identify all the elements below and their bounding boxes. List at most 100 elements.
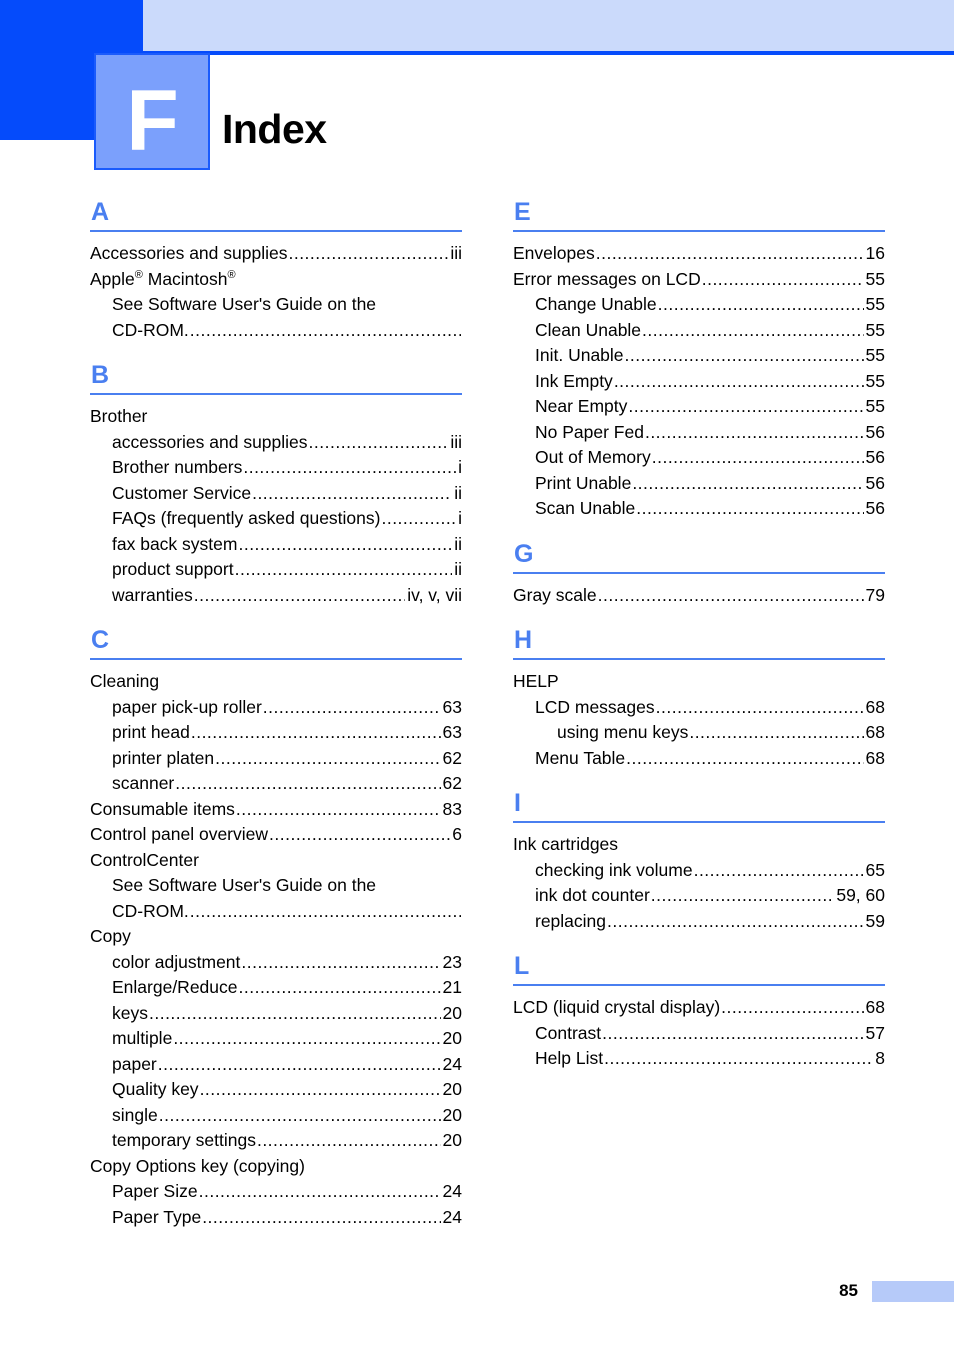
index-entry[interactable]: Near Empty 55 [513, 394, 885, 420]
index-entry[interactable]: Init. Unable 55 [513, 343, 885, 369]
index-section-l: L LCD (liquid crystal display) 68 Contrast 5… [513, 952, 885, 1086]
index-entry[interactable]: Menu Table 68 [513, 746, 885, 772]
index-entry[interactable]: Envelopes 16 [513, 241, 885, 267]
index-entry[interactable]: CD-ROM. [90, 899, 462, 925]
index-entry[interactable]: Brother [90, 404, 462, 430]
index-entry[interactable]: Contrast 57 [513, 1021, 885, 1047]
index-entry-label: CD-ROM. [112, 900, 189, 921]
index-entry-page: 68 [865, 997, 885, 1017]
index-entry[interactable]: printer platen 62 [90, 746, 462, 772]
index-entry-label: paper [112, 1053, 157, 1074]
index-entry[interactable]: See Software User's Guide on the [90, 873, 462, 899]
index-column-left: AAccessories and suppliesiiiApple® Macin… [90, 198, 462, 1248]
index-entry[interactable]: Copy [90, 924, 462, 950]
index-entry[interactable]: Clean Unable 55 [513, 318, 885, 344]
index-entry[interactable]: FAQs (frequently asked questions) i [90, 506, 462, 532]
index-entry[interactable]: Ink cartridges [513, 832, 885, 858]
dot-leader [632, 471, 863, 497]
index-entry[interactable]: HELP [513, 669, 885, 695]
index-entry[interactable]: See Software User's Guide on the [90, 292, 462, 318]
index-entry-page: 65 [865, 859, 885, 880]
index-entry[interactable]: Accessories and supplies iii [90, 241, 462, 267]
index-entry[interactable]: paper pick-up roller 63 [90, 695, 462, 721]
dot-leader [190, 318, 461, 344]
index-entry[interactable]: Paper Size 24 [90, 1179, 462, 1205]
index-entry-page: 68 [865, 696, 885, 717]
index-entry[interactable]: fax back system ii [90, 532, 462, 558]
dot-leader [604, 1046, 873, 1072]
index-entry-label: replacing [535, 910, 607, 931]
index-entry[interactable]: Copy Options key (copying) [90, 1154, 462, 1180]
header-banner-strip [143, 0, 954, 51]
index-entry[interactable]: single 20 [90, 1103, 462, 1129]
index-entry-page: i [458, 508, 462, 528]
index-entry[interactable]: print head 63 [90, 720, 462, 746]
index-entry[interactable]: Change Unable 55 [513, 292, 885, 318]
index-entry[interactable]: replacing 59 [513, 909, 885, 935]
index-entry[interactable]: accessories and supplies iii [90, 430, 462, 456]
index-entry-page: 55 [865, 370, 885, 391]
index-entry[interactable]: CD-ROM. [90, 318, 462, 344]
index-entry-page: 20 [442, 1079, 462, 1099]
index-entry-page: 79 [865, 584, 885, 605]
index-entry-page: 16 [865, 243, 885, 263]
index-entry[interactable]: Print Unable 56 [513, 471, 885, 497]
index-entry-page: 83 [442, 798, 462, 819]
index-entry[interactable]: Gray scale 79 [513, 583, 885, 609]
index-entry-page: 56 [865, 421, 885, 442]
index-entry[interactable]: Consumable items 83 [90, 797, 462, 823]
index-entry[interactable]: Control panel overview 6 [90, 822, 462, 848]
section-letter-heading: I [514, 789, 521, 817]
index-entry[interactable]: Scan Unable 56 [513, 496, 885, 522]
index-entry-label: Out of Memory [535, 447, 651, 467]
index-entry[interactable]: Error messages on LCD 55 [513, 267, 885, 293]
index-section-e: EEnvelopes16Error messages on LCD55Chang… [513, 198, 885, 536]
index-entry-page: 24 [442, 1181, 462, 1201]
index-entry-page: 59, 60 [836, 885, 885, 905]
index-entry-page: 56 [865, 498, 885, 518]
index-entry[interactable]: Ink Empty 55 [513, 369, 885, 395]
index-entry[interactable]: product support ii [90, 557, 462, 583]
index-entry[interactable]: ink dot counter 59, 60 [513, 883, 885, 909]
index-entry[interactable]: keys 20 [90, 1001, 462, 1027]
index-entry-label: accessories and supplies [112, 431, 308, 452]
dot-leader [651, 883, 835, 909]
index-entry[interactable]: Apple® Macintosh® [90, 267, 462, 293]
dot-leader [173, 1026, 440, 1052]
index-entry[interactable]: Help List 8 [513, 1046, 885, 1072]
index-entry[interactable]: scanner 62 [90, 771, 462, 797]
section-letter-heading: C [91, 626, 110, 654]
index-entry-label: paper pick-up roller [112, 696, 262, 717]
index-entry[interactable]: using menu keys 68 [513, 720, 885, 746]
index-entry-page: 56 [865, 472, 885, 493]
index-entry[interactable]: Brother numbers i [90, 455, 462, 481]
index-entry-label: scanner [112, 773, 175, 793]
index-entry[interactable]: Customer Service ii [90, 481, 462, 507]
index-entry[interactable]: checking ink volume 65 [513, 858, 885, 884]
index-entry[interactable]: No Paper Fed 56 [513, 420, 885, 446]
index-entry[interactable]: temporary settings 20 [90, 1128, 462, 1154]
index-section-g: G Gray scale 79 [513, 540, 885, 623]
index-entry[interactable]: warranties iv, v, vii [90, 583, 462, 609]
index-entry[interactable]: Paper Type 24 [90, 1205, 462, 1231]
index-entry[interactable]: Out of Memory 56 [513, 445, 885, 471]
index-entry[interactable]: Cleaning [90, 669, 462, 695]
dot-leader [602, 1021, 863, 1047]
index-entry[interactable]: paper 24 [90, 1052, 462, 1078]
dot-leader [202, 1205, 440, 1231]
index-entry[interactable]: color adjustment 23 [90, 950, 462, 976]
index-entry-label: checking ink volume [535, 859, 693, 880]
index-entry[interactable]: LCD (liquid crystal display) 68 [513, 995, 885, 1021]
section-rule [513, 821, 885, 823]
index-entry[interactable]: Enlarge/Reduce 21 [90, 975, 462, 1001]
dot-leader [614, 369, 864, 395]
index-entry[interactable]: multiple 20 [90, 1026, 462, 1052]
index-entry[interactable]: ControlCenter [90, 848, 462, 874]
index-entry[interactable]: LCD messages 68 [513, 695, 885, 721]
dot-leader [596, 241, 864, 267]
index-entry[interactable]: Quality key 20 [90, 1077, 462, 1103]
section-rule [513, 658, 885, 660]
